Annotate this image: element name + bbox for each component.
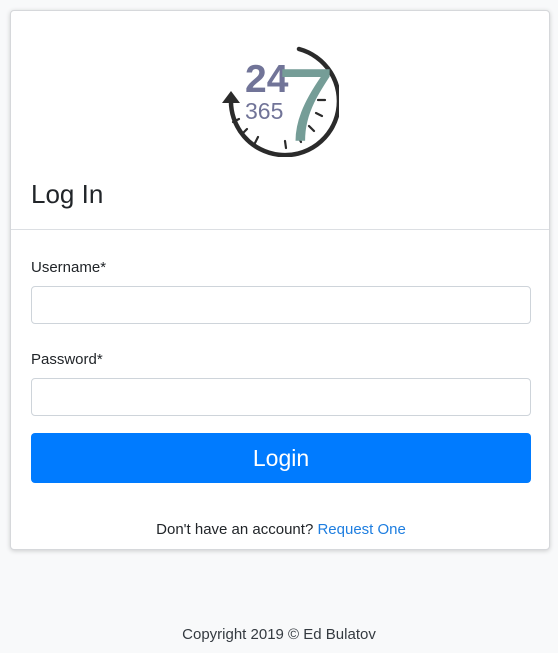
login-card: 24 365 7 Log In Username* Password* Logi…	[10, 10, 550, 550]
password-group: Password*	[31, 349, 531, 416]
username-label: Username*	[31, 259, 107, 276]
request-account-link[interactable]: Request One	[317, 521, 405, 538]
signup-text: Don't have an account? Request One	[31, 519, 531, 541]
logo-number-7: 7	[277, 48, 335, 157]
signup-prompt: Don't have an account?	[156, 521, 314, 538]
password-label: Password*	[31, 351, 103, 368]
card-header: 24 365 7 Log In	[11, 11, 549, 230]
password-input[interactable]	[31, 378, 531, 416]
page-title: Log In	[31, 179, 104, 209]
username-group: Username*	[31, 257, 531, 324]
username-input[interactable]	[31, 286, 531, 324]
footer-copyright: Copyright 2019 © Ed Bulatov	[182, 626, 376, 643]
logo: 24 365 7	[222, 46, 339, 157]
login-button[interactable]: Login	[31, 433, 531, 483]
